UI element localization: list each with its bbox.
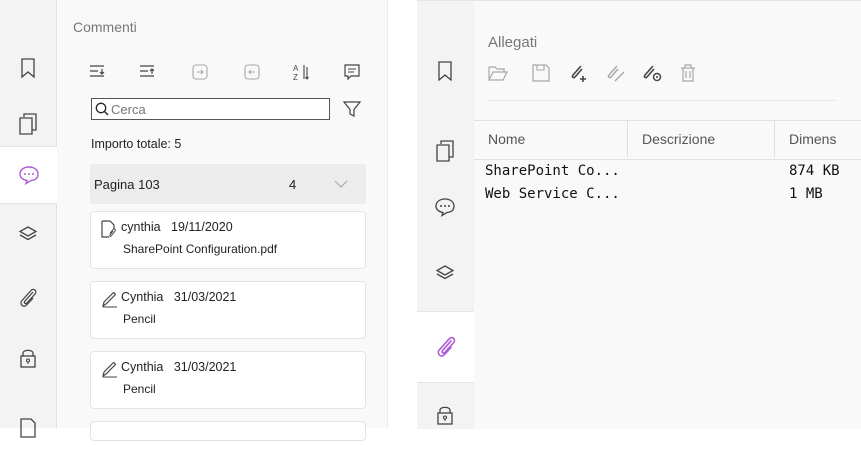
add-attachment-button[interactable]: [568, 63, 590, 83]
comment-card[interactable]: Cynthia 31/03/2021 Pencil: [90, 281, 366, 339]
layers-icon: [18, 226, 38, 241]
table-row[interactable]: Web Service C... 1 MB: [474, 183, 861, 205]
pages-button[interactable]: [0, 96, 56, 152]
table-row[interactable]: SharePoint Co... 874 KB: [474, 160, 861, 182]
bookmark-icon: [21, 58, 35, 78]
column-header-size[interactable]: Dimens: [775, 121, 861, 157]
summary-icon: [344, 64, 360, 81]
lock-icon: [20, 349, 36, 368]
lock-icon: [437, 406, 453, 425]
svg-text:A: A: [293, 64, 299, 73]
search-input[interactable]: [109, 101, 321, 117]
total-count-label: Importo totale: 5: [91, 137, 182, 151]
comment-date: 19/11/2020: [171, 220, 233, 234]
edit-attachment-button[interactable]: [604, 63, 626, 83]
attachments-icon: [20, 288, 37, 307]
pencil-icon: [102, 292, 117, 308]
next-icon: [192, 64, 208, 80]
attachments-panel-title: Allegati: [488, 34, 538, 51]
comments-icon: [18, 166, 39, 185]
comments-panel-title: Commenti: [73, 19, 137, 35]
comment-date: 31/03/2021: [173, 290, 237, 304]
pages-button[interactable]: [417, 123, 473, 179]
pages-icon: [19, 113, 37, 135]
attachments-button[interactable]: [417, 311, 474, 383]
pages-icon: [436, 140, 454, 162]
attachment-settings-button[interactable]: [641, 63, 663, 83]
filter-button[interactable]: [343, 100, 361, 118]
layers-button[interactable]: [0, 206, 56, 262]
comments-button[interactable]: [417, 179, 473, 235]
save-icon: [532, 64, 550, 82]
open-attachment-button[interactable]: [488, 64, 508, 82]
page-group-label: Pagina 103: [94, 176, 160, 192]
open-folder-icon: [488, 66, 508, 81]
layers-icon: [435, 265, 455, 280]
right-navigation-rail: [417, 0, 474, 429]
attachment-name: SharePoint Co...: [485, 163, 620, 179]
comment-author: Cynthia: [121, 360, 164, 374]
security-button[interactable]: [417, 387, 473, 443]
comments-icon: [435, 198, 455, 217]
bookmarks-button[interactable]: [417, 43, 473, 99]
svg-text:Z: Z: [293, 73, 298, 81]
layers-button[interactable]: [417, 245, 473, 301]
previous-icon: [244, 64, 260, 80]
attachment-size: 874 KB: [789, 163, 840, 179]
document-button[interactable]: [0, 400, 56, 456]
collapse-all-icon: [140, 65, 155, 77]
previous-comment-button[interactable]: [243, 63, 261, 81]
comment-author: cynthia: [121, 220, 161, 234]
chevron-down-icon[interactable]: [334, 179, 348, 189]
toolbar-divider: [488, 100, 835, 101]
delete-attachment-button[interactable]: [680, 64, 696, 82]
comment-card[interactable]: Cynthia 31/03/2021 Pencil: [90, 351, 366, 409]
collapse-all-button[interactable]: [139, 63, 157, 81]
comment-date: 31/03/2021: [173, 360, 237, 374]
comment-text: Pencil: [123, 382, 156, 396]
comment-text: Pencil: [123, 312, 156, 326]
bookmarks-button[interactable]: [0, 40, 56, 96]
page-group-count: 4: [289, 176, 297, 192]
attachments-icon: [437, 336, 455, 357]
attachment-size: 1 MB: [789, 186, 823, 202]
comment-card[interactable]: [90, 421, 366, 441]
comments-button[interactable]: [0, 146, 57, 204]
expand-all-button[interactable]: [89, 63, 107, 81]
delete-icon: [681, 64, 695, 82]
comment-text: SharePoint Configuration.pdf: [123, 242, 278, 256]
sort-icon: AZ: [293, 64, 309, 81]
security-button[interactable]: [0, 330, 56, 386]
document-icon: [20, 418, 36, 438]
column-header-description[interactable]: Descrizione: [628, 121, 775, 157]
search-icon: [95, 102, 109, 116]
search-field[interactable]: [91, 98, 330, 120]
left-navigation-rail: [0, 0, 57, 438]
attachment-settings-icon: [643, 65, 662, 82]
edit-attachment-icon: [607, 65, 625, 82]
add-attachment-icon: [571, 65, 586, 82]
attachments-button[interactable]: [0, 270, 56, 326]
expand-all-icon: [90, 65, 105, 77]
summarize-comments-button[interactable]: [343, 63, 361, 81]
comment-author: Cynthia: [121, 290, 164, 304]
panel-divider: [387, 0, 418, 428]
column-header-name[interactable]: Nome: [474, 121, 628, 157]
comment-card[interactable]: cynthia 19/11/2020 SharePoint Configurat…: [90, 211, 366, 269]
save-attachment-button[interactable]: [532, 64, 550, 82]
filter-icon: [343, 101, 361, 117]
page-group-header[interactable]: Pagina 103 4: [90, 164, 366, 204]
next-comment-button[interactable]: [191, 63, 209, 81]
sort-button[interactable]: AZ: [293, 63, 311, 81]
attachment-comment-icon: [101, 220, 116, 238]
attachment-name: Web Service C...: [485, 186, 620, 202]
bookmark-icon: [438, 61, 452, 81]
pencil-icon: [102, 362, 117, 378]
